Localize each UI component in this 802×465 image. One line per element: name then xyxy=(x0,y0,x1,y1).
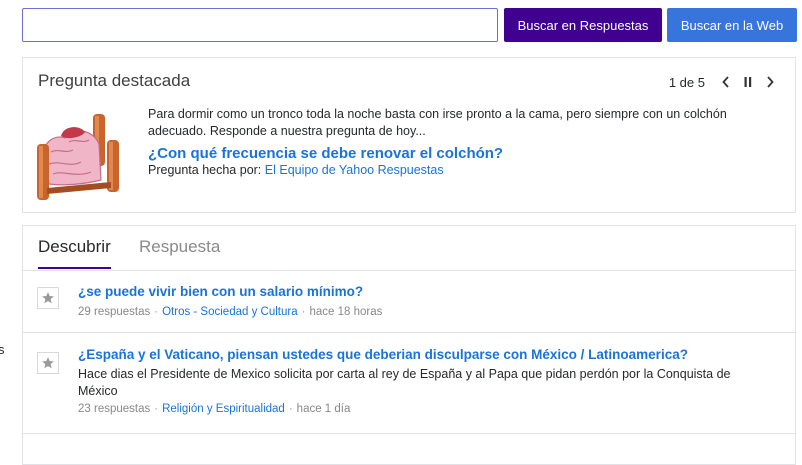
featured-pager: 1 de 5 xyxy=(669,72,781,92)
featured-question-link[interactable]: ¿Con qué frecuencia se debe renovar el c… xyxy=(148,145,503,162)
chevron-right-icon[interactable] xyxy=(759,72,781,92)
featured-title: Pregunta destacada xyxy=(38,71,191,90)
pause-icon[interactable] xyxy=(737,72,759,92)
bed-illustration xyxy=(37,114,119,200)
list-item: ¿España y el Vaticano, piensan ustedes q… xyxy=(23,333,795,434)
asked-by-link[interactable]: El Equipo de Yahoo Respuestas xyxy=(265,163,444,177)
question-link[interactable]: ¿se puede vivir bien con un salario míni… xyxy=(78,284,363,299)
featured-question-card: Pregunta destacada 1 de 5 Para dormir co… xyxy=(22,57,796,213)
tab-answer[interactable]: Respuesta xyxy=(139,237,220,267)
search-web-button[interactable]: Buscar en la Web xyxy=(667,8,797,42)
question-link[interactable]: ¿España y el Vaticano, piensan ustedes q… xyxy=(78,347,688,362)
list-item: ¿se puede vivir bien con un salario míni… xyxy=(23,270,795,333)
question-time: hace 18 horas xyxy=(309,306,383,318)
pager-count: 1 de 5 xyxy=(668,74,705,90)
category-link[interactable]: Otros - Sociedad y Cultura xyxy=(162,306,298,318)
chevron-left-icon[interactable] xyxy=(715,72,737,92)
featured-description: Para dormir como un tronco toda la noche… xyxy=(148,107,727,138)
question-meta: 23 respuestas · Religión y Espiritualidad ·… xyxy=(78,403,351,415)
search-input[interactable] xyxy=(22,8,498,42)
answer-count: 29 respuestas xyxy=(78,306,151,318)
feed-tabs: Descubrir Respuesta xyxy=(23,226,795,271)
star-icon[interactable] xyxy=(37,287,59,309)
star-icon[interactable] xyxy=(37,352,59,374)
question-time: hace 1 día xyxy=(296,403,351,415)
question-description: Hace dias el Presidente de Mexico solici… xyxy=(78,367,731,398)
question-meta: 29 respuestas · Otros - Sociedad y Cultura… xyxy=(78,306,383,318)
category-link[interactable]: Religión y Espiritualidad xyxy=(162,403,285,415)
answer-count: 23 respuestas xyxy=(78,403,151,415)
tab-discover[interactable]: Descubrir xyxy=(38,237,111,269)
featured-asked-by: Pregunta hecha por: El Equipo de Yahoo R… xyxy=(148,163,444,177)
clipped-sidebar-text: s xyxy=(0,342,5,357)
asked-by-label: Pregunta hecha por: xyxy=(148,163,262,177)
search-answers-button[interactable]: Buscar en Respuestas xyxy=(504,8,662,42)
questions-feed: Descubrir Respuesta ¿se puede vivir bien… xyxy=(22,225,796,465)
